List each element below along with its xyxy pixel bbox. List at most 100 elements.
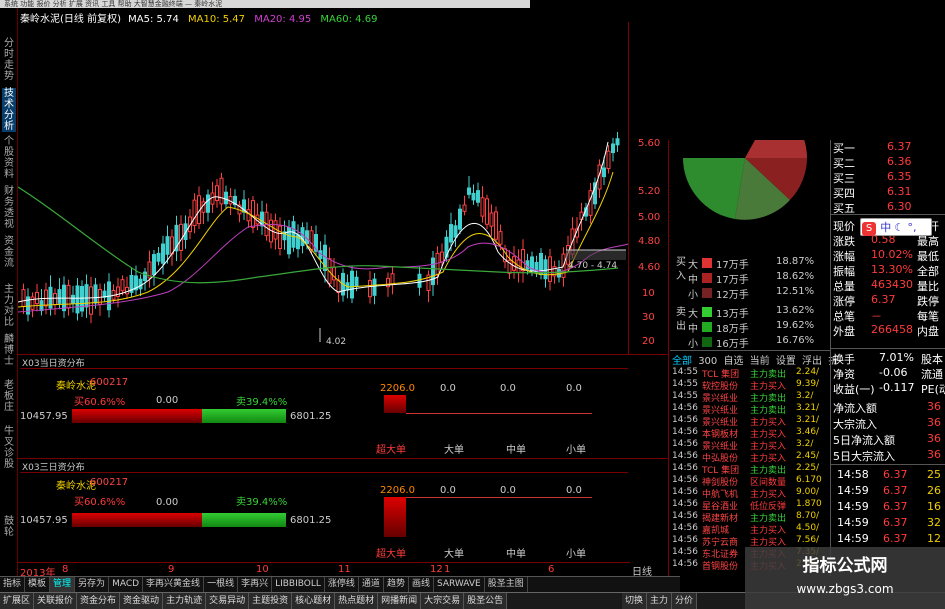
x-label: 1: [444, 564, 451, 575]
nav-fund-flow[interactable]: 资金流: [2, 236, 16, 269]
panel-divider: [668, 140, 669, 576]
tick-volume: 26: [927, 484, 941, 497]
news-item[interactable]: 14:56 景兴纸业 主力买入 3.2/: [672, 439, 830, 452]
news-item[interactable]: 14:56 星谷酒业 低位反弹 1.870: [672, 499, 830, 512]
right-function-tab[interactable]: 分价: [672, 593, 698, 609]
nav-boss[interactable]: 老板庄: [2, 380, 16, 413]
news-item[interactable]: 14:55 软控股份 主力买入 9.39/: [672, 379, 830, 392]
function-tab[interactable]: 扩展区: [0, 593, 35, 609]
news-list[interactable]: 14:55 TCL 集团 主力卖出 2.24/14:55 软控股份 主力买入 9.39/14…: [672, 367, 830, 577]
bid-level-row: 买二 6.36: [831, 155, 945, 170]
news-item[interactable]: 14:56 中弘股份 主力买入 2.45/: [672, 451, 830, 464]
bid-price: 6.30: [887, 200, 912, 213]
y-label: 4.80: [638, 236, 661, 247]
indicator-tab[interactable]: 李再兴: [238, 577, 273, 592]
net-flow-row: 净流入额 36: [831, 400, 945, 415]
news-item[interactable]: 14:56 景兴纸业 主力卖出 3.21/: [672, 403, 830, 416]
ime-moon-icon[interactable]: ☾: [894, 221, 904, 234]
function-tab[interactable]: 股圣公告: [464, 593, 508, 609]
news-item[interactable]: 14:56 嘉凯城 主力买入 4.50/: [672, 523, 830, 536]
tick-time: 14:58: [837, 468, 869, 481]
news-value: 2.45/: [796, 451, 820, 461]
candle-body: [417, 273, 422, 288]
indicator-tab[interactable]: 另存为: [75, 577, 110, 592]
function-tab[interactable]: 关联报价: [34, 593, 78, 609]
candle-body: [453, 225, 458, 238]
quote-label: 收益(一): [833, 383, 875, 396]
nav-technical-analysis[interactable]: 技术分析: [2, 88, 16, 132]
indicator-tab[interactable]: 股圣主图: [485, 577, 528, 592]
indicator-tab[interactable]: 指标: [0, 577, 26, 592]
function-tab[interactable]: 主题投资: [249, 593, 293, 609]
indicator-tab[interactable]: 趋势: [384, 577, 409, 592]
quote-label: 净资: [833, 368, 855, 381]
indicator-tab[interactable]: 模板: [25, 577, 51, 592]
nav-niucha[interactable]: 牛叉诊股: [2, 426, 16, 470]
tab-all[interactable]: 全部: [672, 356, 692, 367]
news-item[interactable]: 14:55 TCL 集团 主力卖出 2.24/: [672, 367, 830, 380]
tick-price: 6.37: [883, 516, 908, 529]
indicator-tab[interactable]: MACD: [109, 577, 144, 592]
news-item[interactable]: 14:56 本钢板材 主力买入 3.46/: [672, 427, 830, 440]
nav-finance[interactable]: 财务透视: [2, 186, 16, 230]
quote-divider: [831, 214, 945, 215]
function-tab[interactable]: 网播新闻: [378, 593, 422, 609]
quote-value: －: [871, 310, 882, 323]
news-item[interactable]: 14:55 景兴纸业 主力卖出 3.2/: [672, 391, 830, 404]
nav-lin-doctor[interactable]: 麟博士: [2, 334, 16, 367]
top-menu-bar[interactable]: 系统 功能 报价 分析 扩展 资讯 工具 帮助 大智慧金融终端 — 秦岭水泥: [0, 0, 530, 8]
news-time: 14:56: [672, 439, 698, 449]
news-time: 14:56: [672, 523, 698, 533]
news-item[interactable]: 14:56 苏宁云商 主力买入 7.56/: [672, 535, 830, 548]
news-stock[interactable]: 首钢股份: [702, 559, 738, 572]
ime-punct-icon[interactable]: °,: [907, 221, 916, 234]
nav-main-compare[interactable]: 主力对比: [2, 284, 16, 328]
news-tab-bar[interactable]: 全部 300 自选 当前 设置 浮出 折: [672, 352, 838, 367]
flow-color-swatch: [702, 322, 712, 332]
indicator-tab[interactable]: SARWAVE: [434, 577, 485, 592]
kline-chart[interactable]: 4.70 - 4.74 4.02: [18, 22, 678, 352]
ime-toolbar[interactable]: S 中 ☾ °,: [860, 218, 932, 236]
indicator-tab[interactable]: 通道: [359, 577, 384, 592]
indicator-tab-bar[interactable]: 指标 模板 管理 另存为 MACD 李再兴黄金线 一根线 李再兴 LIBBIBOLL 涨停线 通道趋…: [0, 576, 680, 592]
news-item[interactable]: 14:56 神剑股份 区间数量 6.170: [672, 475, 830, 488]
nav-time-share[interactable]: 分时走势: [2, 38, 16, 82]
function-tab[interactable]: 资金驱动: [120, 593, 164, 609]
pane1-sell-pct: 卖39.4%%: [236, 397, 288, 408]
right-function-tab[interactable]: 主力: [647, 593, 673, 609]
pie-slice-sell-mid: [745, 140, 807, 158]
function-tab[interactable]: 交易异动: [206, 593, 250, 609]
tab-float[interactable]: 浮出: [802, 356, 822, 367]
function-tab[interactable]: 资金分布: [77, 593, 121, 609]
pane1-col-val: 0.0: [440, 383, 456, 394]
nav-drum[interactable]: 鼓轮: [2, 516, 16, 538]
nav-stock-info[interactable]: 个股资料: [2, 136, 16, 180]
function-tab[interactable]: 热点题材: [335, 593, 379, 609]
tab-300[interactable]: 300: [698, 356, 717, 367]
function-tab[interactable]: 核心题材: [292, 593, 336, 609]
indicator-tab[interactable]: 管理: [50, 577, 76, 592]
news-item[interactable]: 14:56 景兴纸业 主力买入 3.21/: [672, 415, 830, 428]
indicator-tab[interactable]: 一根线: [204, 577, 239, 592]
function-tab[interactable]: 大宗交易: [421, 593, 465, 609]
function-tab[interactable]: 主力轨迹: [163, 593, 207, 609]
indicator-tab[interactable]: 李再兴黄金线: [143, 577, 205, 592]
news-value: 3.21/: [796, 415, 820, 425]
indicator-tab[interactable]: LIBBIBOLL: [272, 577, 325, 592]
news-item[interactable]: 14:56 中航飞机 主力买入 9.00/: [672, 487, 830, 500]
candle-body: [161, 243, 165, 264]
tab-current[interactable]: 当前: [750, 356, 770, 367]
flow-color-swatch: [702, 307, 712, 317]
indicator-tab[interactable]: 画线: [409, 577, 434, 592]
quote-value: -0.117: [879, 381, 915, 394]
ime-chinese-mode[interactable]: 中: [880, 221, 891, 234]
tab-favorites[interactable]: 自选: [723, 356, 743, 367]
news-item[interactable]: 14:56 TCL 集团 主力卖出 2.25/: [672, 463, 830, 476]
tab-settings[interactable]: 设置: [776, 356, 796, 367]
right-function-tab[interactable]: 切换: [622, 593, 648, 609]
pane2-fund-distribution: 秦岭水泥 600217 买60.6%% 卖39.4%% 0.00 10457.9…: [20, 472, 628, 562]
x-label: 8: [62, 564, 69, 575]
news-item[interactable]: 14:56 揭建新材 主力卖出 8.70/: [672, 511, 830, 524]
indicator-tab[interactable]: 涨停线: [325, 577, 359, 592]
ime-logo-icon[interactable]: S: [862, 222, 876, 236]
